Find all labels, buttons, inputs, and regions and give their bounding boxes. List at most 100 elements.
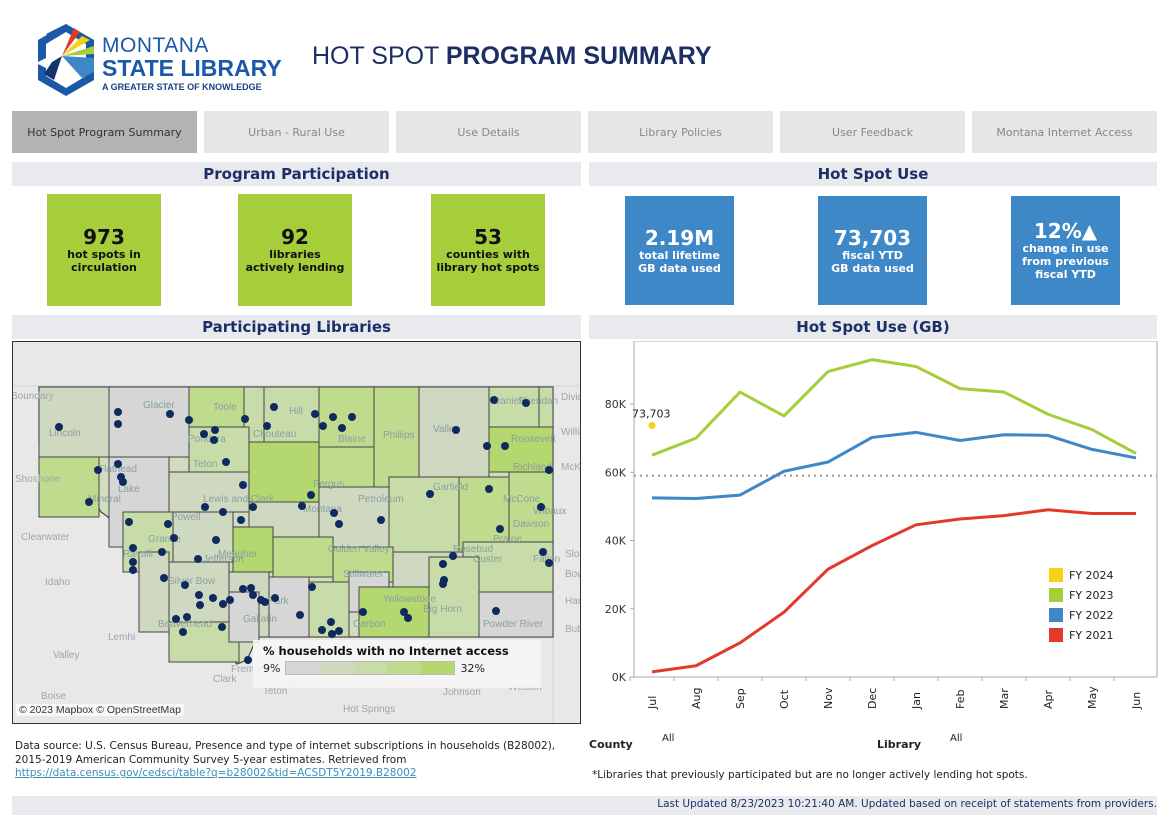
library-dot[interactable]: [219, 508, 227, 516]
library-dot[interactable]: [241, 415, 249, 423]
library-dot[interactable]: [318, 626, 326, 634]
county-shape[interactable]: [428, 556, 480, 638]
library-dot[interactable]: [172, 615, 180, 623]
library-dot[interactable]: [249, 591, 257, 599]
county-shape[interactable]: [308, 581, 350, 638]
library-dot[interactable]: [212, 536, 220, 544]
map-attribution[interactable]: © 2023 Mapbox © OpenStreetMap: [16, 704, 184, 716]
county-shape[interactable]: [168, 471, 250, 513]
library-dot[interactable]: [211, 426, 219, 434]
library-dot[interactable]: [335, 520, 343, 528]
tab-library-policies[interactable]: Library Policies: [588, 111, 773, 153]
library-dot[interactable]: [296, 611, 304, 619]
library-dot[interactable]: [160, 574, 168, 582]
library-filter-value[interactable]: All: [950, 733, 962, 744]
county-shape[interactable]: [38, 456, 100, 518]
library-dot[interactable]: [545, 466, 553, 474]
library-dot[interactable]: [404, 614, 412, 622]
library-dot[interactable]: [329, 413, 337, 421]
library-dot[interactable]: [359, 608, 367, 616]
library-dot[interactable]: [452, 426, 460, 434]
legend-label[interactable]: FY 2024: [1069, 569, 1114, 582]
library-dot[interactable]: [426, 490, 434, 498]
library-dot[interactable]: [263, 422, 271, 430]
library-dot[interactable]: [201, 503, 209, 511]
library-dot[interactable]: [209, 594, 217, 602]
library-dot[interactable]: [496, 525, 504, 533]
hot-spot-use-line-chart[interactable]: 0K 20K 40K 60K 80K Jul Aug Sep Oct Nov Dec Jan Feb Ma…: [589, 341, 1159, 726]
library-dot[interactable]: [327, 618, 335, 626]
county-shape[interactable]: [488, 386, 540, 428]
library-dot[interactable]: [195, 591, 203, 599]
library-dot[interactable]: [129, 544, 137, 552]
series-line-fy-2022[interactable]: [651, 430, 1137, 501]
library-dot[interactable]: [194, 555, 202, 563]
county-shape[interactable]: [272, 536, 334, 578]
library-dot[interactable]: [179, 628, 187, 636]
participating-libraries-map[interactable]: Lincoln Flathead Glacier Toole Hill Blaine Phi…: [12, 341, 581, 724]
library-dot[interactable]: [196, 601, 204, 609]
library-dot[interactable]: [239, 585, 247, 593]
library-dot[interactable]: [439, 560, 447, 568]
library-dot[interactable]: [307, 491, 315, 499]
library-dot[interactable]: [55, 423, 63, 431]
library-dot[interactable]: [218, 623, 226, 631]
library-dot[interactable]: [338, 424, 346, 432]
library-dot[interactable]: [319, 422, 327, 430]
library-dot[interactable]: [200, 430, 208, 438]
library-dot[interactable]: [298, 502, 306, 510]
library-dot[interactable]: [237, 516, 245, 524]
library-dot[interactable]: [244, 656, 252, 664]
library-dot[interactable]: [210, 436, 218, 444]
library-dot[interactable]: [164, 520, 172, 528]
library-dot[interactable]: [449, 552, 457, 560]
library-dot[interactable]: [85, 498, 93, 506]
series-point-fy-2024[interactable]: [648, 421, 656, 429]
tab-user-feedback[interactable]: User Feedback: [780, 111, 965, 153]
library-dot[interactable]: [94, 466, 102, 474]
library-dot[interactable]: [335, 627, 343, 635]
library-dot[interactable]: [129, 558, 137, 566]
tab-hot-spot-program-summary[interactable]: Hot Spot Program Summary: [12, 111, 197, 153]
library-dot[interactable]: [183, 613, 191, 621]
library-dot[interactable]: [377, 516, 385, 524]
series-line-fy-2021[interactable]: [651, 508, 1136, 674]
library-dot[interactable]: [492, 607, 500, 615]
library-dot[interactable]: [270, 403, 278, 411]
library-dot[interactable]: [114, 408, 122, 416]
library-dot[interactable]: [311, 410, 319, 418]
library-dot[interactable]: [114, 460, 122, 468]
legend-label[interactable]: FY 2021: [1069, 629, 1114, 642]
library-dot[interactable]: [522, 399, 530, 407]
library-dot[interactable]: [247, 584, 255, 592]
library-dot[interactable]: [308, 583, 316, 591]
library-dot[interactable]: [261, 598, 269, 606]
tab-montana-internet-access[interactable]: Montana Internet Access: [972, 111, 1157, 153]
library-dot[interactable]: [328, 630, 336, 638]
library-dot[interactable]: [483, 442, 491, 450]
library-dot[interactable]: [439, 580, 447, 588]
library-dot[interactable]: [222, 458, 230, 466]
library-dot[interactable]: [545, 559, 553, 567]
county-shape[interactable]: [478, 591, 554, 638]
library-dot[interactable]: [114, 420, 122, 428]
county-filter-value[interactable]: All: [662, 733, 674, 744]
legend-label[interactable]: FY 2022: [1069, 609, 1114, 622]
library-dot[interactable]: [485, 485, 493, 493]
library-dot[interactable]: [226, 596, 234, 604]
legend-label[interactable]: FY 2023: [1069, 589, 1114, 602]
library-dot[interactable]: [501, 442, 509, 450]
library-dot[interactable]: [271, 594, 279, 602]
library-dot[interactable]: [330, 509, 338, 517]
library-dot[interactable]: [181, 581, 189, 589]
data-source-link[interactable]: https://data.census.gov/cedsci/table?q=b…: [15, 767, 417, 779]
county-shape[interactable]: [268, 576, 310, 638]
library-dot[interactable]: [490, 396, 498, 404]
library-dot[interactable]: [185, 416, 193, 424]
library-dot[interactable]: [129, 566, 137, 574]
library-dot[interactable]: [239, 481, 247, 489]
library-dot[interactable]: [539, 548, 547, 556]
library-dot[interactable]: [219, 600, 227, 608]
tab-urban-rural-use[interactable]: Urban - Rural Use: [204, 111, 389, 153]
tab-use-details[interactable]: Use Details: [396, 111, 581, 153]
